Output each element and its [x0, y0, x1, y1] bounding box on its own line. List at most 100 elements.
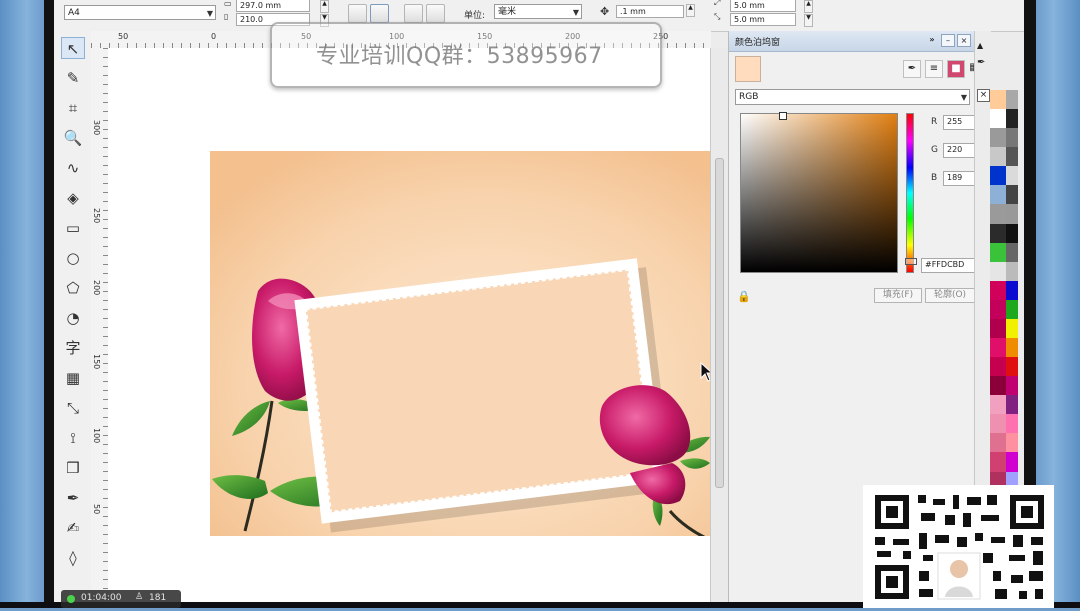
- all-pages-button[interactable]: [404, 4, 423, 23]
- palette-swatch[interactable]: [1006, 357, 1018, 377]
- color-picker-area[interactable]: [740, 112, 898, 273]
- palette-swatch[interactable]: [990, 128, 1006, 148]
- card-artwork[interactable]: [210, 151, 710, 536]
- color-model-select[interactable]: RGB ▼: [735, 89, 970, 105]
- palette-swatch[interactable]: [990, 280, 1006, 300]
- fill-tool-button[interactable]: ◊: [61, 547, 85, 569]
- scrollbar-thumb[interactable]: [715, 158, 724, 488]
- palette-swatch[interactable]: [990, 299, 1006, 319]
- palette-swatch[interactable]: [1006, 185, 1018, 205]
- palette-swatch[interactable]: [990, 318, 1006, 339]
- units-select[interactable]: 毫米 ▼: [494, 4, 582, 19]
- palette-swatch[interactable]: [1006, 318, 1018, 339]
- hex-value-field[interactable]: #FFDCBD: [921, 258, 977, 273]
- zoom-tool-button[interactable]: 🔍: [61, 127, 85, 149]
- palette-swatch[interactable]: [990, 338, 1006, 358]
- eyedropper-tool-button[interactable]: ✒: [61, 487, 85, 509]
- palette-swatch[interactable]: [990, 185, 1006, 205]
- duplicate-y-field[interactable]: 5.0 mm: [730, 13, 796, 26]
- portrait-button[interactable]: [348, 4, 367, 23]
- palette-swatch[interactable]: [990, 166, 1006, 186]
- palette-swatch[interactable]: [1006, 223, 1018, 243]
- docker-title-bar[interactable]: 颜色泊坞窗 » – ×: [729, 31, 975, 52]
- drawing-canvas[interactable]: [108, 48, 714, 602]
- outline-tool-button[interactable]: ✍: [61, 517, 85, 539]
- nudge-spinner[interactable]: ▲: [686, 4, 695, 17]
- palette-swatch[interactable]: [1006, 433, 1018, 453]
- shadow-tool-button[interactable]: ❒: [61, 457, 85, 479]
- lock-icon[interactable]: 🔒: [737, 290, 751, 303]
- dimension-tool-button[interactable]: ⤡: [61, 397, 85, 419]
- vertical-scrollbar[interactable]: [710, 48, 729, 602]
- pick-tool-button[interactable]: ↖: [61, 37, 85, 59]
- color-sliders-icon[interactable]: ≡: [925, 60, 943, 78]
- palette-swatch[interactable]: [1006, 280, 1018, 300]
- blue-value-field[interactable]: 189: [943, 171, 977, 186]
- palette-swatch[interactable]: [1006, 299, 1018, 319]
- expand-icon[interactable]: »: [925, 34, 939, 47]
- color-palette-column-1[interactable]: [990, 90, 1006, 510]
- palette-swatch[interactable]: [1006, 166, 1018, 186]
- nudge-field[interactable]: .1 mm: [616, 5, 684, 18]
- outline-button[interactable]: 轮廓(O): [925, 288, 975, 303]
- palette-swatch[interactable]: [990, 204, 1006, 224]
- palette-swatch[interactable]: [1006, 90, 1018, 110]
- palette-swatch[interactable]: [1006, 414, 1018, 434]
- palette-swatch[interactable]: [1006, 147, 1018, 167]
- palette-swatch[interactable]: [1006, 395, 1018, 415]
- hue-slider[interactable]: [905, 113, 917, 273]
- eyedropper-icon[interactable]: ✒: [977, 57, 985, 68]
- fill-button[interactable]: 填充(F): [874, 288, 922, 303]
- palette-swatch[interactable]: [990, 452, 1006, 472]
- palette-swatch[interactable]: [990, 109, 1006, 129]
- palette-swatch[interactable]: [990, 147, 1006, 167]
- palette-swatch[interactable]: [1006, 261, 1018, 281]
- palette-swatch[interactable]: [990, 261, 1006, 281]
- no-color-swatch[interactable]: ×: [977, 89, 990, 102]
- palette-swatch[interactable]: [990, 376, 1006, 396]
- page-width-field[interactable]: 297.0 mm: [236, 0, 310, 12]
- crop-tool-button[interactable]: ⌗: [61, 97, 85, 119]
- smart-fill-tool-button[interactable]: ◈: [61, 187, 85, 209]
- paper-size-select[interactable]: A4 ▼: [64, 5, 216, 20]
- width-spinner[interactable]: ▲: [320, 0, 329, 13]
- palette-swatch[interactable]: [990, 414, 1006, 434]
- palette-swatch[interactable]: [1006, 376, 1018, 396]
- current-page-button[interactable]: [426, 4, 445, 23]
- vertical-ruler[interactable]: 300 250 200 150 100 50: [91, 48, 109, 602]
- minimize-button[interactable]: –: [941, 34, 955, 47]
- basic-shapes-tool-button[interactable]: ◔: [61, 307, 85, 329]
- connector-tool-button[interactable]: ⟟: [61, 427, 85, 449]
- red-value-field[interactable]: 255: [943, 115, 977, 130]
- close-button[interactable]: ×: [957, 34, 971, 47]
- palette-swatch[interactable]: [990, 433, 1006, 453]
- palette-swatch[interactable]: [1006, 452, 1018, 472]
- palette-swatch[interactable]: [1006, 242, 1018, 262]
- shape-tool-button[interactable]: ✎: [61, 67, 85, 89]
- rectangle-tool-button[interactable]: ▭: [61, 217, 85, 239]
- scroll-up-icon[interactable]: ▲: [977, 41, 983, 50]
- palette-swatch[interactable]: [1006, 109, 1018, 129]
- duplicate-y-spinner[interactable]: ▼: [804, 14, 813, 27]
- palette-swatch[interactable]: [1006, 128, 1018, 148]
- color-palette-column-2[interactable]: [1006, 90, 1018, 510]
- green-value-field[interactable]: 220: [943, 143, 977, 158]
- ruler-tick-label: 0: [211, 32, 217, 41]
- color-viewer-icon[interactable]: ■: [947, 60, 965, 78]
- palette-swatch[interactable]: [990, 242, 1006, 262]
- table-tool-button[interactable]: ▦: [61, 367, 85, 389]
- freehand-tool-button[interactable]: ∿: [61, 157, 85, 179]
- polygon-tool-button[interactable]: ⬠: [61, 277, 85, 299]
- text-tool-button[interactable]: 字: [61, 337, 85, 359]
- landscape-button[interactable]: [370, 4, 389, 23]
- ellipse-tool-button[interactable]: ○: [61, 247, 85, 269]
- palette-swatch[interactable]: [990, 90, 1006, 110]
- palette-swatch[interactable]: [990, 223, 1006, 243]
- duplicate-x-field[interactable]: 5.0 mm: [730, 0, 796, 12]
- palette-swatch[interactable]: [990, 357, 1006, 377]
- palette-swatch[interactable]: [990, 395, 1006, 415]
- palette-swatch[interactable]: [1006, 204, 1018, 224]
- eyedropper-icon[interactable]: ✒: [903, 60, 921, 78]
- duplicate-x-spinner[interactable]: ▲: [804, 0, 813, 13]
- palette-swatch[interactable]: [1006, 338, 1018, 358]
